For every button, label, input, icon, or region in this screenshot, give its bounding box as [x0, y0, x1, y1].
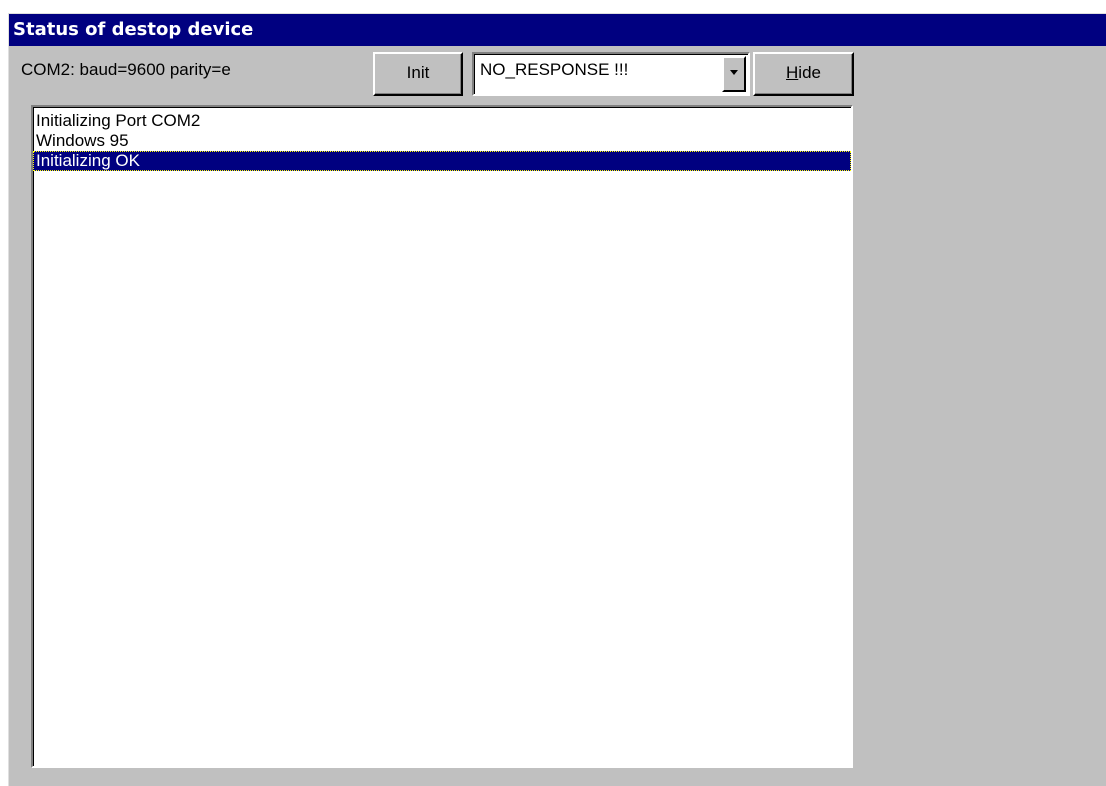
window-title: Status of destop device: [9, 14, 1106, 46]
combobox-value: NO_RESPONSE !!!: [480, 60, 629, 79]
list-item-selected[interactable]: Initializing OK: [33, 151, 851, 171]
hide-button[interactable]: Hide: [753, 52, 854, 96]
response-combobox[interactable]: NO_RESPONSE !!!: [472, 52, 750, 96]
init-button[interactable]: Init: [373, 52, 463, 96]
log-listbox[interactable]: Initializing Port COM2 Windows 95 Initia…: [31, 105, 853, 768]
port-settings-label: COM2: baud=9600 parity=e: [21, 60, 231, 79]
list-item[interactable]: Windows 95: [33, 131, 851, 151]
combobox-dropdown-button[interactable]: [722, 56, 746, 92]
chevron-down-icon: [730, 70, 738, 75]
status-window: Status of destop device COM2: baud=9600 …: [8, 13, 1106, 786]
list-item[interactable]: Initializing Port COM2: [33, 111, 851, 131]
